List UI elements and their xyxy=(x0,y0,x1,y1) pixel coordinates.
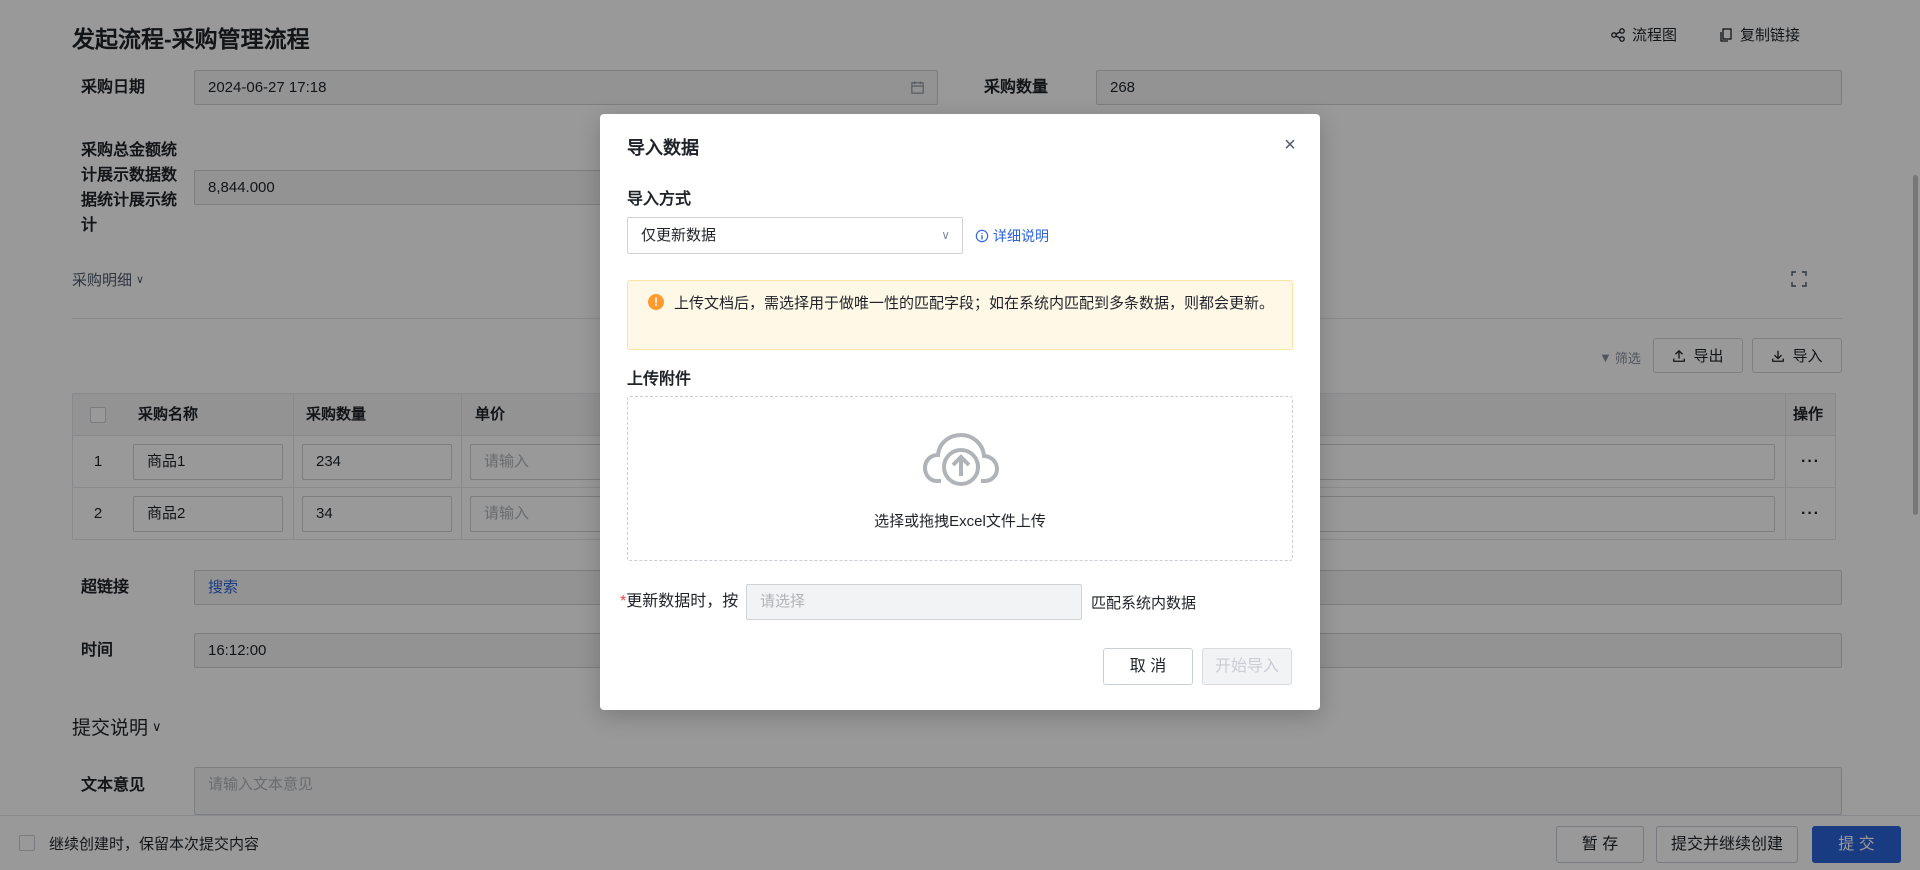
upload-label: 选择或拖拽Excel文件上传 xyxy=(874,513,1046,530)
upload-dropzone[interactable]: 选择或拖拽Excel文件上传 xyxy=(627,396,1293,561)
cancel-button[interactable]: 取 消 xyxy=(1103,648,1193,685)
match-field-select[interactable]: 请选择 xyxy=(746,584,1082,620)
match-field-label: *更新数据时，按 xyxy=(620,584,738,620)
alert-text: 上传文档后，需选择用于做唯一性的匹配字段；如在系统内匹配到多条数据，则都会更新。 xyxy=(674,295,1275,312)
import-mode-select[interactable]: 仅更新数据 ∨ xyxy=(627,217,963,254)
attachment-label: 上传附件 xyxy=(627,371,692,388)
import-data-dialog: 导入数据 × 导入方式 仅更新数据 ∨ 详细说明 ! 上传文档后，需选择用于做唯… xyxy=(600,114,1320,710)
start-import-button[interactable]: 开始导入 xyxy=(1202,648,1292,685)
match-suffix: 匹配系统内数据 xyxy=(1091,595,1197,612)
info-icon xyxy=(975,229,989,243)
match-prefix: 更新数据时，按 xyxy=(626,593,739,610)
import-mode-value: 仅更新数据 xyxy=(641,227,717,244)
match-placeholder: 请选择 xyxy=(760,593,806,610)
import-mode-label: 导入方式 xyxy=(627,191,692,208)
chevron-down-icon: ∨ xyxy=(941,228,950,242)
details-link-label: 详细说明 xyxy=(993,228,1049,244)
cloud-upload-icon xyxy=(923,432,999,486)
details-link[interactable]: 详细说明 xyxy=(975,226,1049,246)
dialog-title: 导入数据 xyxy=(627,138,699,158)
warning-alert: ! 上传文档后，需选择用于做唯一性的匹配字段；如在系统内匹配到多条数据，则都会更… xyxy=(627,280,1293,350)
warning-icon: ! xyxy=(648,294,664,310)
close-icon[interactable]: × xyxy=(1280,135,1300,156)
